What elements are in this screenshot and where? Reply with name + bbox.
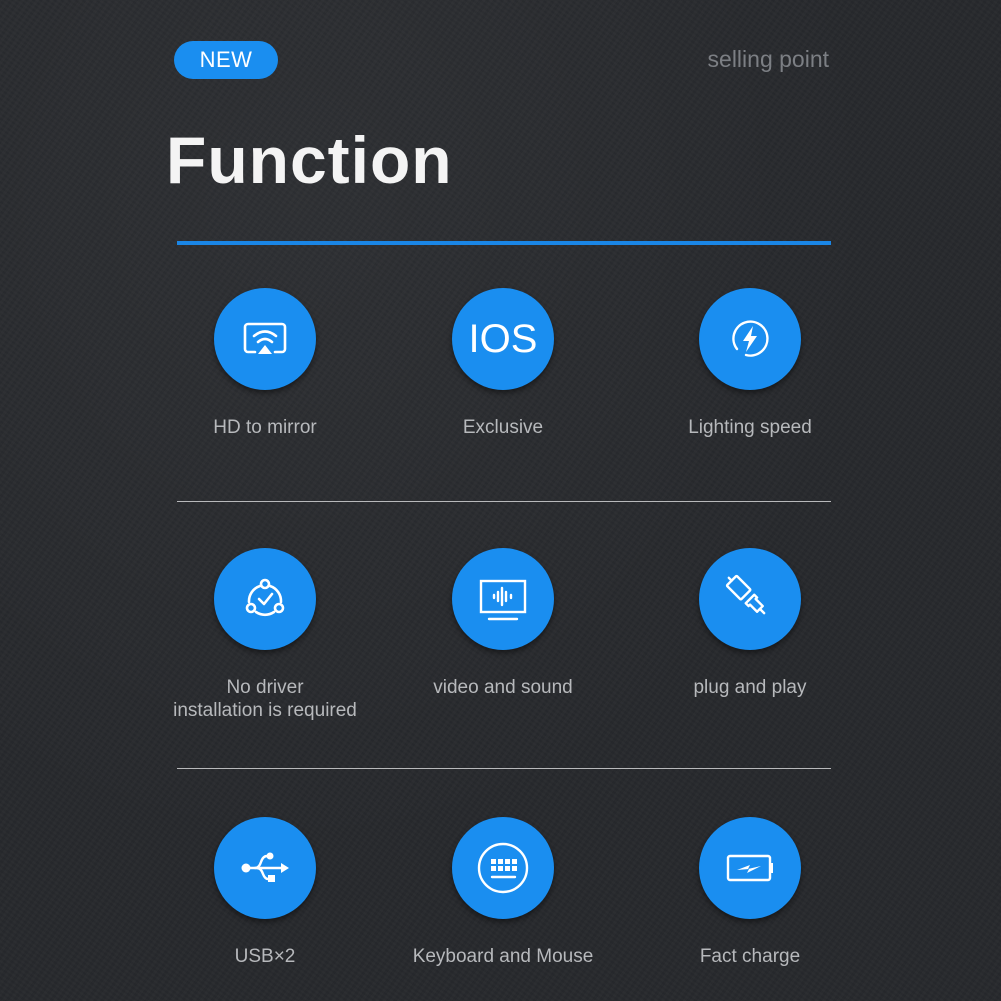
feature-hd-mirror: HD to mirror bbox=[145, 288, 385, 439]
tagline: selling point bbox=[707, 46, 829, 72]
feature-label: No driver installation is required bbox=[173, 677, 357, 721]
battery-charge-icon bbox=[699, 817, 801, 919]
feature-label: Keyboard and Mouse bbox=[412, 946, 594, 967]
row-divider bbox=[177, 768, 831, 769]
feature-label: Fact charge bbox=[699, 946, 801, 967]
screen-mirror-icon bbox=[214, 288, 316, 390]
feature-keyboard-mouse: Keyboard and Mouse bbox=[383, 817, 623, 968]
feature-fast-charge: Fact charge bbox=[630, 817, 870, 968]
feature-no-driver: No driver installation is required bbox=[145, 548, 385, 722]
page-title: Function bbox=[166, 123, 453, 197]
accent-divider bbox=[177, 241, 831, 245]
ios-icon-text: IOS bbox=[468, 316, 538, 361]
plug-icon bbox=[699, 548, 801, 650]
feature-plug-play: plug and play bbox=[630, 548, 870, 699]
new-badge: NEW bbox=[174, 41, 278, 79]
feature-label: plug and play bbox=[693, 677, 807, 698]
feature-label: Exclusive bbox=[462, 417, 544, 438]
feature-lighting-speed: Lighting speed bbox=[630, 288, 870, 439]
feature-usb: USB×2 bbox=[145, 817, 385, 968]
feature-label: HD to mirror bbox=[213, 417, 317, 438]
usb-icon bbox=[214, 817, 316, 919]
keyboard-icon bbox=[452, 817, 554, 919]
feature-ios: IOS Exclusive bbox=[383, 288, 623, 439]
feature-video-sound: video and sound bbox=[383, 548, 623, 699]
feature-label: Lighting speed bbox=[688, 417, 812, 438]
feature-label: USB×2 bbox=[234, 946, 296, 967]
feature-label: video and sound bbox=[433, 677, 573, 698]
network-check-icon bbox=[214, 548, 316, 650]
monitor-audio-icon bbox=[452, 548, 554, 650]
row-divider bbox=[177, 501, 831, 502]
lightning-icon bbox=[699, 288, 801, 390]
ios-icon: IOS bbox=[452, 288, 554, 390]
